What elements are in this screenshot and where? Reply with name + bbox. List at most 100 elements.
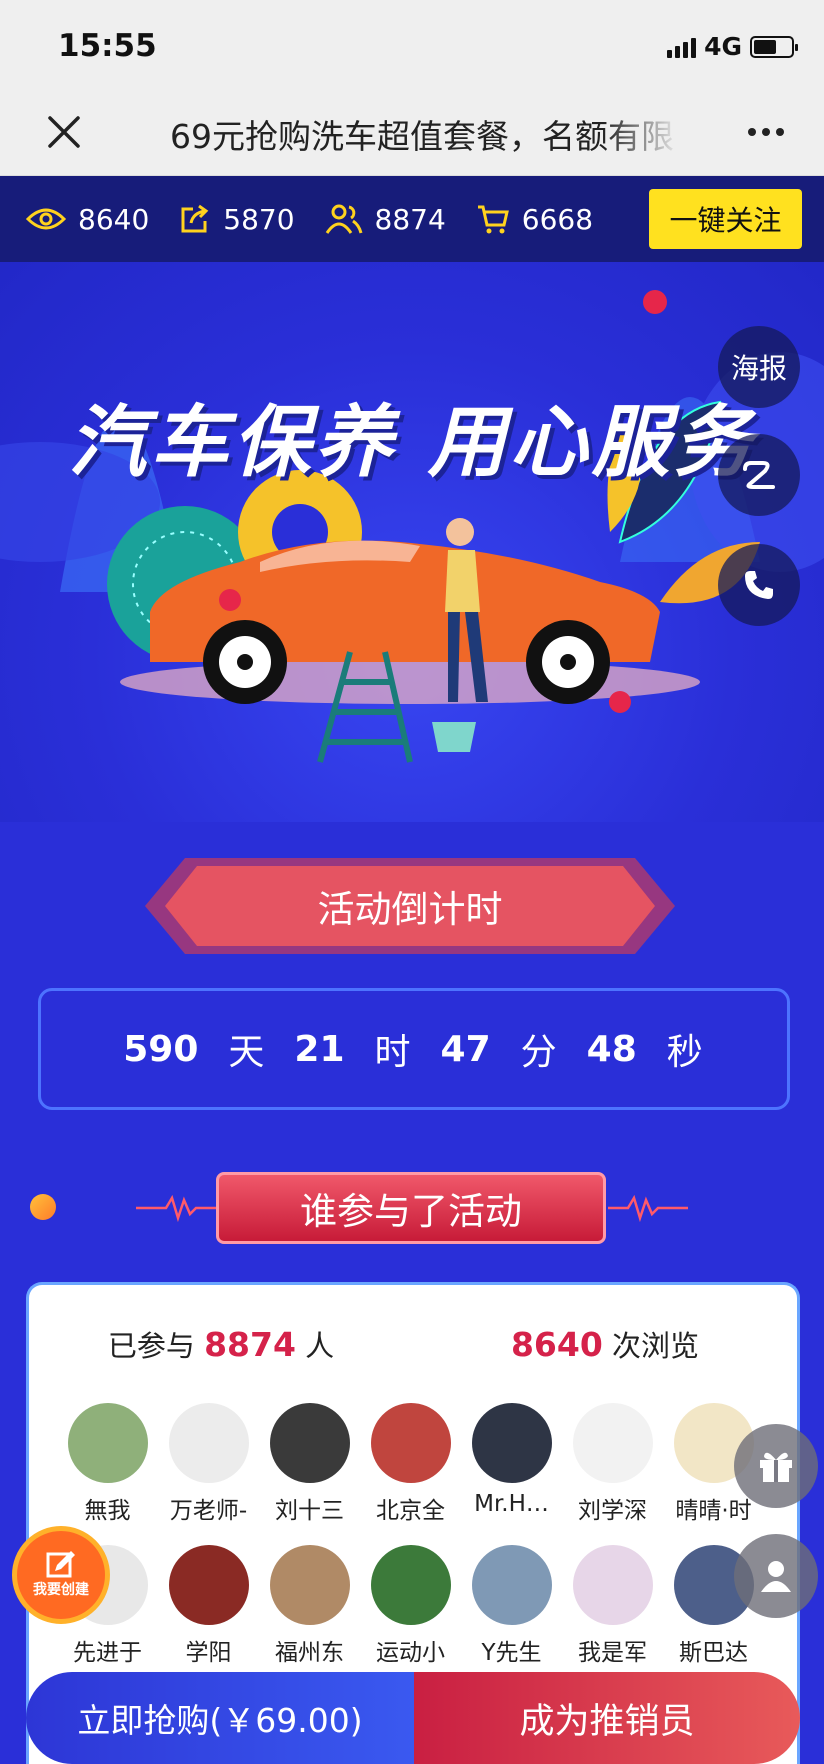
wave-left-decoration [136,1194,216,1223]
countdown-days: 590 [123,1028,199,1070]
avatar [370,1403,451,1483]
stat-orders-value: 6668 [521,202,594,236]
participant-name: 無我 [84,1498,131,1524]
stat-participants-value: 8874 [374,202,446,236]
stat-views: 8640 [26,203,149,236]
poster-label: 海报 [730,352,787,385]
poster-button[interactable]: 海报 [718,326,800,408]
participant-item[interactable]: 万老师- [158,1403,259,1525]
status-time: 15:55 [58,28,157,64]
participant-item[interactable]: 运动小 [360,1545,461,1667]
participant-item[interactable]: 北京全 [360,1403,461,1525]
countdown-minutes: 47 [440,1028,491,1070]
countdown-seconds-unit: 秒 [666,1032,703,1073]
participant-name: 北京全 [376,1498,445,1524]
participant-name: 我是军 [578,1640,647,1666]
joined-summary: 已参与 8874 人 [29,1323,413,1365]
joined-count: 8874 [204,1325,296,1364]
stat-views-value: 8640 [78,202,150,236]
participant-name: 斯巴达 [679,1640,748,1666]
countdown-hours: 21 [294,1028,345,1070]
views-count: 8640 [510,1325,603,1364]
joined-suffix: 人 [305,1329,335,1363]
avatar [67,1403,148,1483]
nav-bar: 69元抢购洗车超值套餐，名额有限 [0,88,824,176]
participant-name: 刘学深 [578,1498,647,1524]
follow-button[interactable]: 一键关注 [649,189,802,249]
route-icon [743,461,775,489]
user-icon [761,1561,791,1592]
phone-icon [745,571,773,599]
avatar [471,1403,552,1483]
countdown-banner: 活动倒计时 [145,858,675,954]
participant-name: 刘十三 [275,1498,344,1524]
participants-banner: 谁参与了活动 [216,1172,606,1244]
stats-bar: 8640 5870 8874 6668 一键关注 [0,176,824,262]
hero-banner: 汽车保养 用心服务 [0,262,824,822]
participant-item[interactable]: 学阳 [158,1545,259,1667]
signal-icon [667,36,697,58]
participant-item[interactable]: 無我 [57,1403,158,1525]
people-icon [325,204,362,234]
participant-item[interactable]: 福州东 [259,1545,360,1667]
navigation-button[interactable] [718,434,800,516]
network-type: 4G [704,32,742,61]
avatar [572,1403,653,1483]
participant-name: 学阳 [185,1640,232,1666]
participant-name: Mr.H… [474,1491,549,1517]
share-icon [181,204,209,233]
battery-icon [750,35,798,58]
participant-item[interactable]: 我是军 [562,1545,663,1667]
participant-item[interactable]: Mr.H… [461,1403,562,1525]
countdown-days-unit: 天 [228,1032,265,1073]
buy-now-button[interactable]: 立即抢购(￥69.00) [26,1672,414,1764]
participant-item[interactable]: 刘学深 [562,1403,663,1525]
edit-icon [46,1551,75,1578]
countdown-timer: 590 天 21 时 47 分 48 秒 [38,988,790,1110]
participant-name: Y先生 [481,1640,542,1666]
profile-button[interactable] [734,1534,818,1618]
stat-shares-value: 5870 [223,202,295,236]
countdown-title: 活动倒计时 [317,888,503,931]
orb-decoration [30,1194,56,1220]
status-bar: 15:55 4G [0,0,824,88]
stat-participants: 8874 [325,203,446,236]
avatar [269,1403,350,1483]
views-summary: 8640 次浏览 [413,1323,797,1365]
wave-right-decoration [608,1194,688,1223]
participant-name: 晴晴·时 [675,1498,752,1524]
stat-shares: 5870 [179,202,295,236]
joined-prefix: 已参与 [107,1329,195,1363]
avatar [370,1545,451,1625]
create-label: 我要创建 [33,1582,89,1598]
gift-button[interactable] [734,1424,818,1508]
phone-button[interactable] [718,544,800,626]
become-promoter-button[interactable]: 成为推销员 [414,1672,800,1764]
cart-icon [477,205,509,234]
avatar [269,1545,350,1625]
participants-title: 谁参与了活动 [300,1190,522,1233]
avatar [168,1403,249,1483]
avatar [471,1545,552,1625]
create-button[interactable]: 我要创建 [12,1526,110,1624]
views-suffix: 次浏览 [612,1329,700,1363]
participant-item[interactable]: 刘十三 [259,1403,360,1525]
countdown-seconds: 48 [586,1028,637,1070]
avatar [572,1545,653,1625]
status-indicators: 4G [667,32,798,61]
participant-name: 万老师- [169,1498,248,1524]
participant-name: 福州东 [275,1640,344,1666]
participant-name: 先进于 [73,1640,142,1666]
countdown-minutes-unit: 分 [520,1032,557,1073]
participant-item[interactable]: Y先生 [461,1545,562,1667]
hero-headline: 汽车保养 用心服务 [68,398,756,488]
eye-icon [26,208,66,230]
participants-summary: 已参与 8874 人 8640 次浏览 [29,1323,797,1365]
more-icon[interactable] [748,128,784,136]
close-icon[interactable] [44,112,84,152]
countdown-hours-unit: 时 [374,1032,411,1073]
avatar [168,1545,249,1625]
stat-orders: 6668 [476,203,593,236]
page-title: 69元抢购洗车超值套餐，名额有限 [170,117,674,156]
hero-illustration [0,290,824,763]
